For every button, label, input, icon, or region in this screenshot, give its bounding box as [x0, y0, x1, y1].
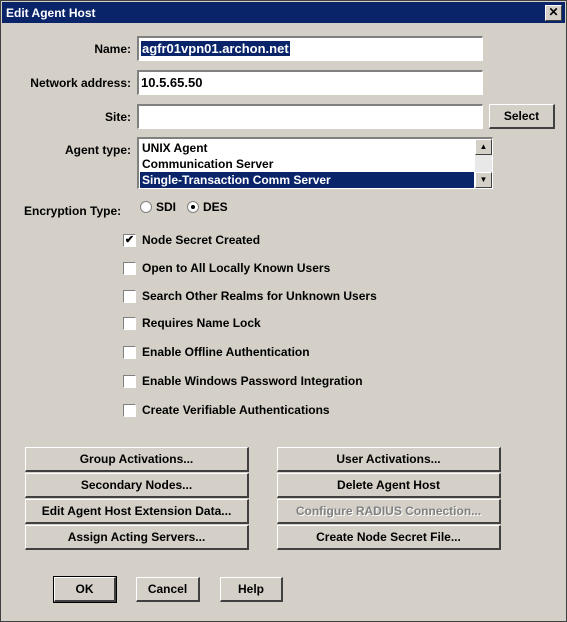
checkbox-open-to-all-users[interactable]: [123, 262, 136, 275]
scroll-up-button[interactable]: ▲: [475, 139, 492, 155]
agent-type-label: Agent type:: [65, 143, 131, 157]
site-label: Site:: [104, 110, 131, 124]
edit-extension-data-button[interactable]: Edit Agent Host Extension Data...: [25, 499, 249, 524]
checkbox-label: Create Verifiable Authentications: [142, 403, 330, 417]
delete-agent-host-button[interactable]: Delete Agent Host: [277, 473, 501, 498]
radio-selected-icon: [191, 205, 195, 209]
close-icon: ✕: [548, 5, 559, 19]
scroll-down-button[interactable]: ▼: [475, 172, 492, 188]
agent-type-option[interactable]: UNIX Agent: [140, 140, 474, 156]
checkbox-label: Enable Windows Password Integration: [142, 374, 363, 388]
check-icon: ✔: [124, 234, 135, 246]
agent-type-listbox[interactable]: UNIX Agent Communication Server Single-T…: [137, 137, 493, 189]
checkbox-label: Search Other Realms for Unknown Users: [142, 289, 377, 303]
radio-des-label: DES: [203, 200, 228, 214]
name-input[interactable]: agfr01vpn01.archon.net: [137, 36, 483, 61]
name-label: Name:: [94, 42, 131, 56]
network-address-input[interactable]: 10.5.65.50: [137, 70, 483, 95]
checkbox-requires-name-lock[interactable]: [123, 317, 136, 330]
edit-agent-host-dialog: Edit Agent Host ✕ Name: agfr01vpn01.arch…: [0, 0, 567, 622]
group-activations-button[interactable]: Group Activations...: [25, 447, 249, 472]
radio-des[interactable]: [187, 201, 199, 213]
create-node-secret-file-button[interactable]: Create Node Secret File...: [277, 525, 501, 550]
encryption-type-label: Encryption Type:: [24, 204, 122, 218]
checkbox-label: Open to All Locally Known Users: [142, 261, 331, 275]
checkbox-label: Enable Offline Authentication: [142, 345, 310, 359]
title-bar[interactable]: Edit Agent Host ✕: [2, 2, 565, 23]
checkbox-node-secret-created[interactable]: ✔: [123, 234, 136, 247]
checkbox-offline-authentication[interactable]: [123, 346, 136, 359]
scroll-down-icon: ▼: [479, 175, 488, 184]
checkbox-windows-password-integration[interactable]: [123, 375, 136, 388]
close-button[interactable]: ✕: [545, 5, 562, 21]
site-input[interactable]: [137, 104, 483, 129]
agent-type-scrollbar[interactable]: ▲ ▼: [475, 139, 492, 188]
agent-type-option[interactable]: Communication Server: [140, 156, 474, 172]
secondary-nodes-button[interactable]: Secondary Nodes...: [25, 473, 249, 498]
checkbox-search-other-realms[interactable]: [123, 290, 136, 303]
checkbox-verifiable-authentications[interactable]: [123, 404, 136, 417]
radio-sdi-label: SDI: [156, 200, 177, 214]
assign-acting-servers-button[interactable]: Assign Acting Servers...: [25, 525, 249, 550]
name-value: agfr01vpn01.archon.net: [141, 41, 290, 56]
window-title: Edit Agent Host: [6, 6, 96, 20]
network-address-label: Network address:: [30, 76, 131, 90]
checkbox-label: Node Secret Created: [142, 233, 261, 247]
agent-type-option-selected[interactable]: Single-Transaction Comm Server: [140, 172, 474, 188]
checkbox-label: Requires Name Lock: [142, 316, 261, 330]
user-activations-button[interactable]: User Activations...: [277, 447, 501, 472]
select-button[interactable]: Select: [489, 104, 555, 129]
radio-sdi[interactable]: [140, 201, 152, 213]
configure-radius-button[interactable]: Configure RADIUS Connection...: [277, 499, 501, 524]
help-button[interactable]: Help: [220, 577, 283, 602]
cancel-button[interactable]: Cancel: [136, 577, 200, 602]
scroll-up-icon: ▲: [479, 142, 488, 151]
network-address-value: 10.5.65.50: [141, 75, 203, 90]
ok-button[interactable]: OK: [53, 576, 117, 603]
